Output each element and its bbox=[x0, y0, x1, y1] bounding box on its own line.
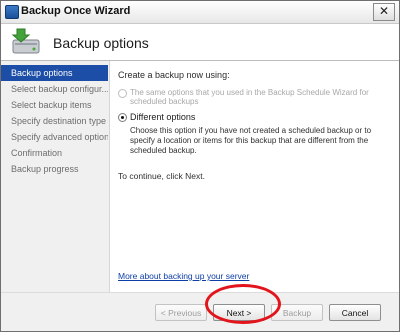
radio-selected-dot bbox=[121, 116, 124, 119]
step-label: Specify advanced option bbox=[11, 132, 108, 142]
wizard-header: Backup options bbox=[1, 24, 399, 61]
close-button[interactable]: ✕ bbox=[373, 3, 395, 21]
title-bar[interactable]: Backup Once Wizard ✕ bbox=[1, 1, 399, 24]
content-panel: Create a backup now using: The same opti… bbox=[109, 61, 399, 292]
step-label: Select backup configur... bbox=[11, 84, 108, 94]
same-options-label: The same options that you used in the Ba… bbox=[130, 88, 369, 106]
cancel-button[interactable]: Cancel bbox=[329, 304, 381, 321]
page-title: Backup options bbox=[53, 35, 149, 51]
app-icon bbox=[5, 5, 19, 19]
step-label: Backup progress bbox=[11, 164, 79, 174]
step-select-backup-items[interactable]: Select backup items bbox=[1, 97, 108, 113]
close-icon: ✕ bbox=[378, 4, 390, 18]
help-link[interactable]: More about backing up your server bbox=[118, 271, 249, 281]
step-specify-destination-type[interactable]: Specify destination type bbox=[1, 113, 108, 129]
step-label: Specify destination type bbox=[11, 116, 107, 126]
prompt-label: Create a backup now using: bbox=[118, 70, 230, 80]
step-label: Select backup items bbox=[11, 100, 92, 110]
step-confirmation[interactable]: Confirmation bbox=[1, 145, 108, 161]
backup-button[interactable]: Backup bbox=[271, 304, 323, 321]
previous-button[interactable]: < Previous bbox=[155, 304, 207, 321]
window-title: Backup Once Wizard bbox=[21, 5, 131, 17]
different-options-radio[interactable] bbox=[118, 113, 127, 122]
step-backup-progress[interactable]: Backup progress bbox=[1, 161, 108, 177]
step-label: Confirmation bbox=[11, 148, 63, 158]
different-options-label: Different options bbox=[130, 112, 196, 122]
step-label: Backup options bbox=[11, 68, 73, 78]
wizard-footer: < Previous Next > Backup Cancel bbox=[1, 292, 399, 331]
step-select-backup-configuration[interactable]: Select backup configur... bbox=[1, 81, 108, 97]
same-options-radio[interactable] bbox=[118, 89, 127, 98]
wizard-window: Backup Once Wizard ✕ Backup options Back… bbox=[0, 0, 400, 332]
step-specify-advanced-option[interactable]: Specify advanced option bbox=[1, 129, 108, 145]
different-options-description: Choose this option if you have not creat… bbox=[130, 126, 372, 155]
backup-drive-icon bbox=[11, 28, 40, 54]
continue-instruction: To continue, click Next. bbox=[118, 171, 205, 181]
step-backup-options[interactable]: Backup options bbox=[1, 65, 108, 81]
next-button[interactable]: Next > bbox=[213, 304, 265, 321]
